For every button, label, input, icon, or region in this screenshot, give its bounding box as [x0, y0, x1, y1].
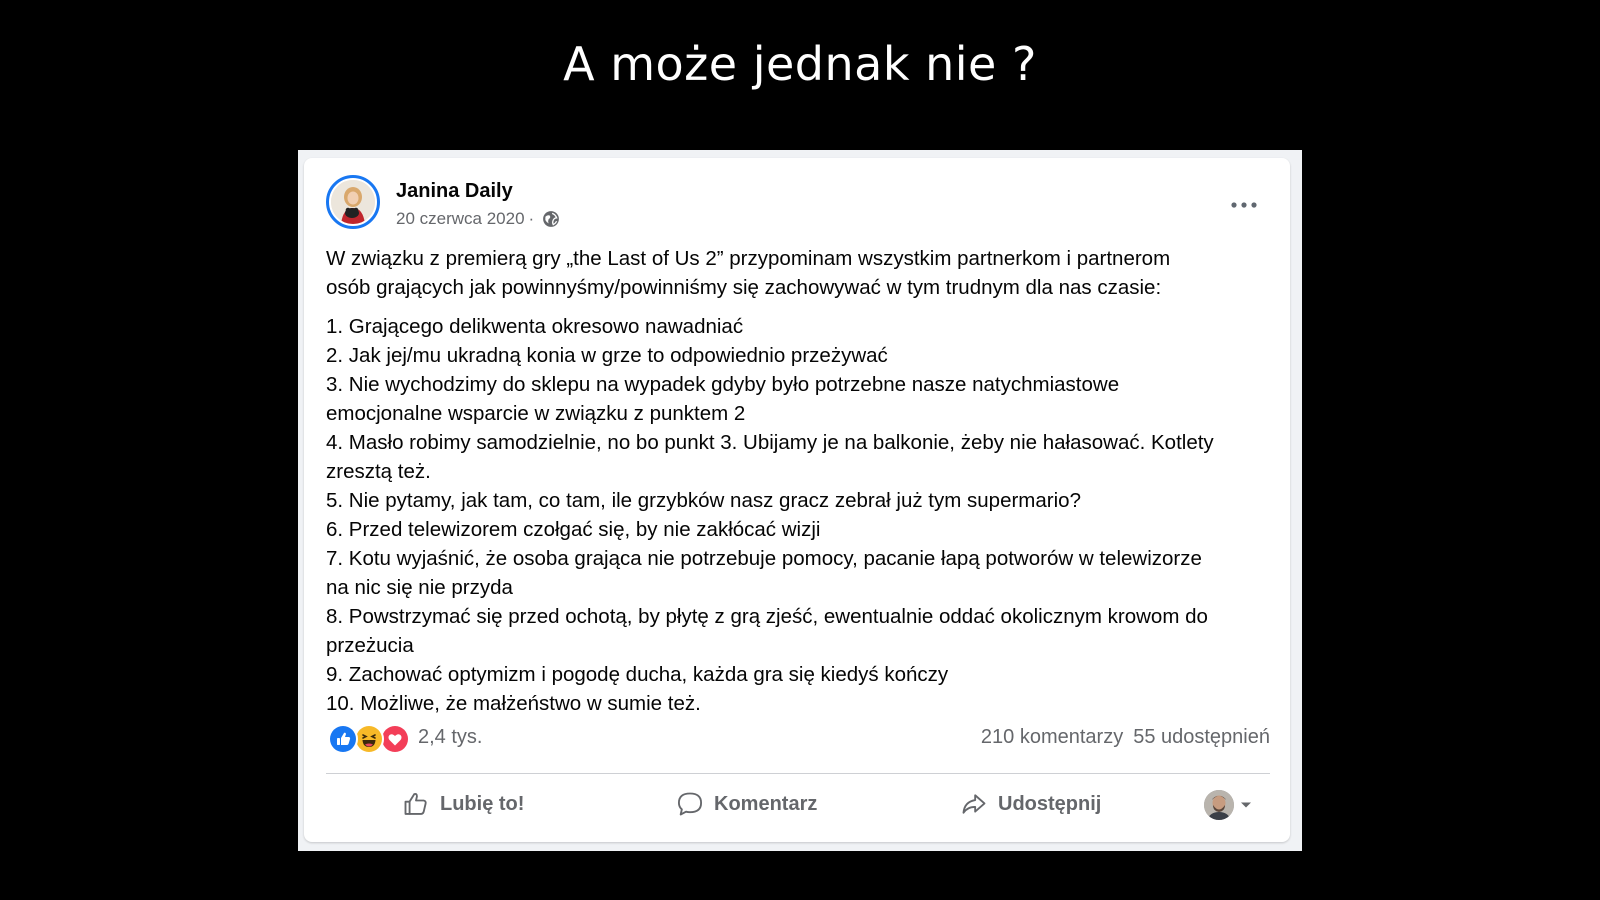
globe-icon — [542, 210, 560, 228]
engagement-stats: 210 komentarzy 55 udostępnień — [981, 725, 1270, 749]
avatar-photo — [331, 180, 375, 224]
caret-down-icon — [1241, 802, 1251, 808]
slide-title: A może jednak nie ? — [563, 37, 1037, 91]
facebook-post-card: Janina Daily 20 czerwca 2020 · W związku… — [304, 158, 1290, 842]
post-header: Janina Daily 20 czerwca 2020 · — [326, 175, 1270, 237]
post-date[interactable]: 20 czerwca 2020 — [396, 209, 525, 229]
list-line: 4. Masło robimy samodzielnie, no bo punk… — [326, 431, 1214, 454]
list-line: na nic się nie przyda — [326, 576, 513, 599]
post-actions: Lubię to! Komentarz Udostępnij — [326, 778, 1270, 830]
comment-label: Komentarz — [714, 792, 818, 815]
intro-line: osób grających jak powinnyśmy/powinniśmy… — [326, 276, 1162, 299]
list-line: 6. Przed telewizorem czołgać się, by nie… — [326, 518, 821, 541]
reaction-icons[interactable] — [328, 724, 410, 754]
post-text: W związku z premierą gry „the Last of Us… — [326, 244, 1270, 718]
more-options-button[interactable] — [1226, 193, 1262, 217]
comment-icon — [677, 792, 703, 816]
intro-line: W związku z premierą gry „the Last of Us… — [326, 247, 1171, 270]
divider — [326, 773, 1270, 774]
share-arrow-icon — [962, 794, 986, 814]
list-line: 3. Nie wychodzimy do sklepu na wypadek g… — [326, 373, 1120, 396]
list-line: 5. Nie pytamy, jak tam, co tam, ile grzy… — [326, 489, 1081, 512]
share-label: Udostępnij — [998, 792, 1102, 815]
list-line: 7. Kotu wyjaśnić, że osoba grająca nie p… — [326, 547, 1202, 570]
list-line: 8. Powstrzymać się przed ochotą, by płyt… — [326, 605, 1208, 628]
post-list: 1. Grającego delikwenta okresowo nawadni… — [326, 312, 1270, 718]
list-line: 1. Grającego delikwenta okresowo nawadni… — [326, 315, 744, 338]
comment-as-picker[interactable] — [1204, 790, 1252, 820]
reactions-row: 2,4 tys. 210 komentarzy 55 udostępnień — [326, 722, 1270, 754]
shares-count[interactable]: 55 udostępnień — [1133, 725, 1270, 749]
list-line: przeżucia — [326, 634, 414, 657]
list-line: 10. Możliwe, że małżeństwo w sumie też. — [326, 692, 701, 715]
comment-button[interactable]: Komentarz — [676, 778, 817, 830]
author-avatar[interactable] — [326, 175, 380, 229]
reaction-count[interactable]: 2,4 tys. — [418, 725, 482, 749]
author-name[interactable]: Janina Daily — [396, 179, 513, 203]
like-reaction-icon — [328, 724, 358, 754]
comments-count[interactable]: 210 komentarzy — [981, 725, 1123, 749]
post-meta: 20 czerwca 2020 · — [396, 209, 560, 229]
like-label: Lubię to! — [440, 792, 525, 815]
user-avatar — [1204, 790, 1234, 820]
screenshot-frame: Janina Daily 20 czerwca 2020 · W związku… — [298, 150, 1302, 851]
list-line: zresztą też. — [326, 460, 431, 483]
thumbs-up-icon — [404, 792, 427, 815]
slide: A może jednak nie ? Janina Daily 20 czer… — [0, 0, 1600, 900]
more-horizontal-icon — [1231, 202, 1257, 208]
meta-separator: · — [528, 209, 535, 228]
list-line: 9. Zachować optymizm i pogodę ducha, każ… — [326, 663, 949, 686]
share-button[interactable]: Udostępnij — [960, 778, 1101, 830]
list-line: 2. Jak jej/mu ukradną konia w grze to od… — [326, 344, 888, 367]
list-line: emocjonalne wsparcie w związku z punktem… — [326, 402, 746, 425]
like-button[interactable]: Lubię to! — [402, 778, 524, 830]
haha-reaction-icon — [354, 724, 384, 754]
love-reaction-icon — [380, 724, 410, 754]
avatar-illustration — [331, 180, 375, 224]
post-intro: W związku z premierą gry „the Last of Us… — [326, 244, 1270, 302]
